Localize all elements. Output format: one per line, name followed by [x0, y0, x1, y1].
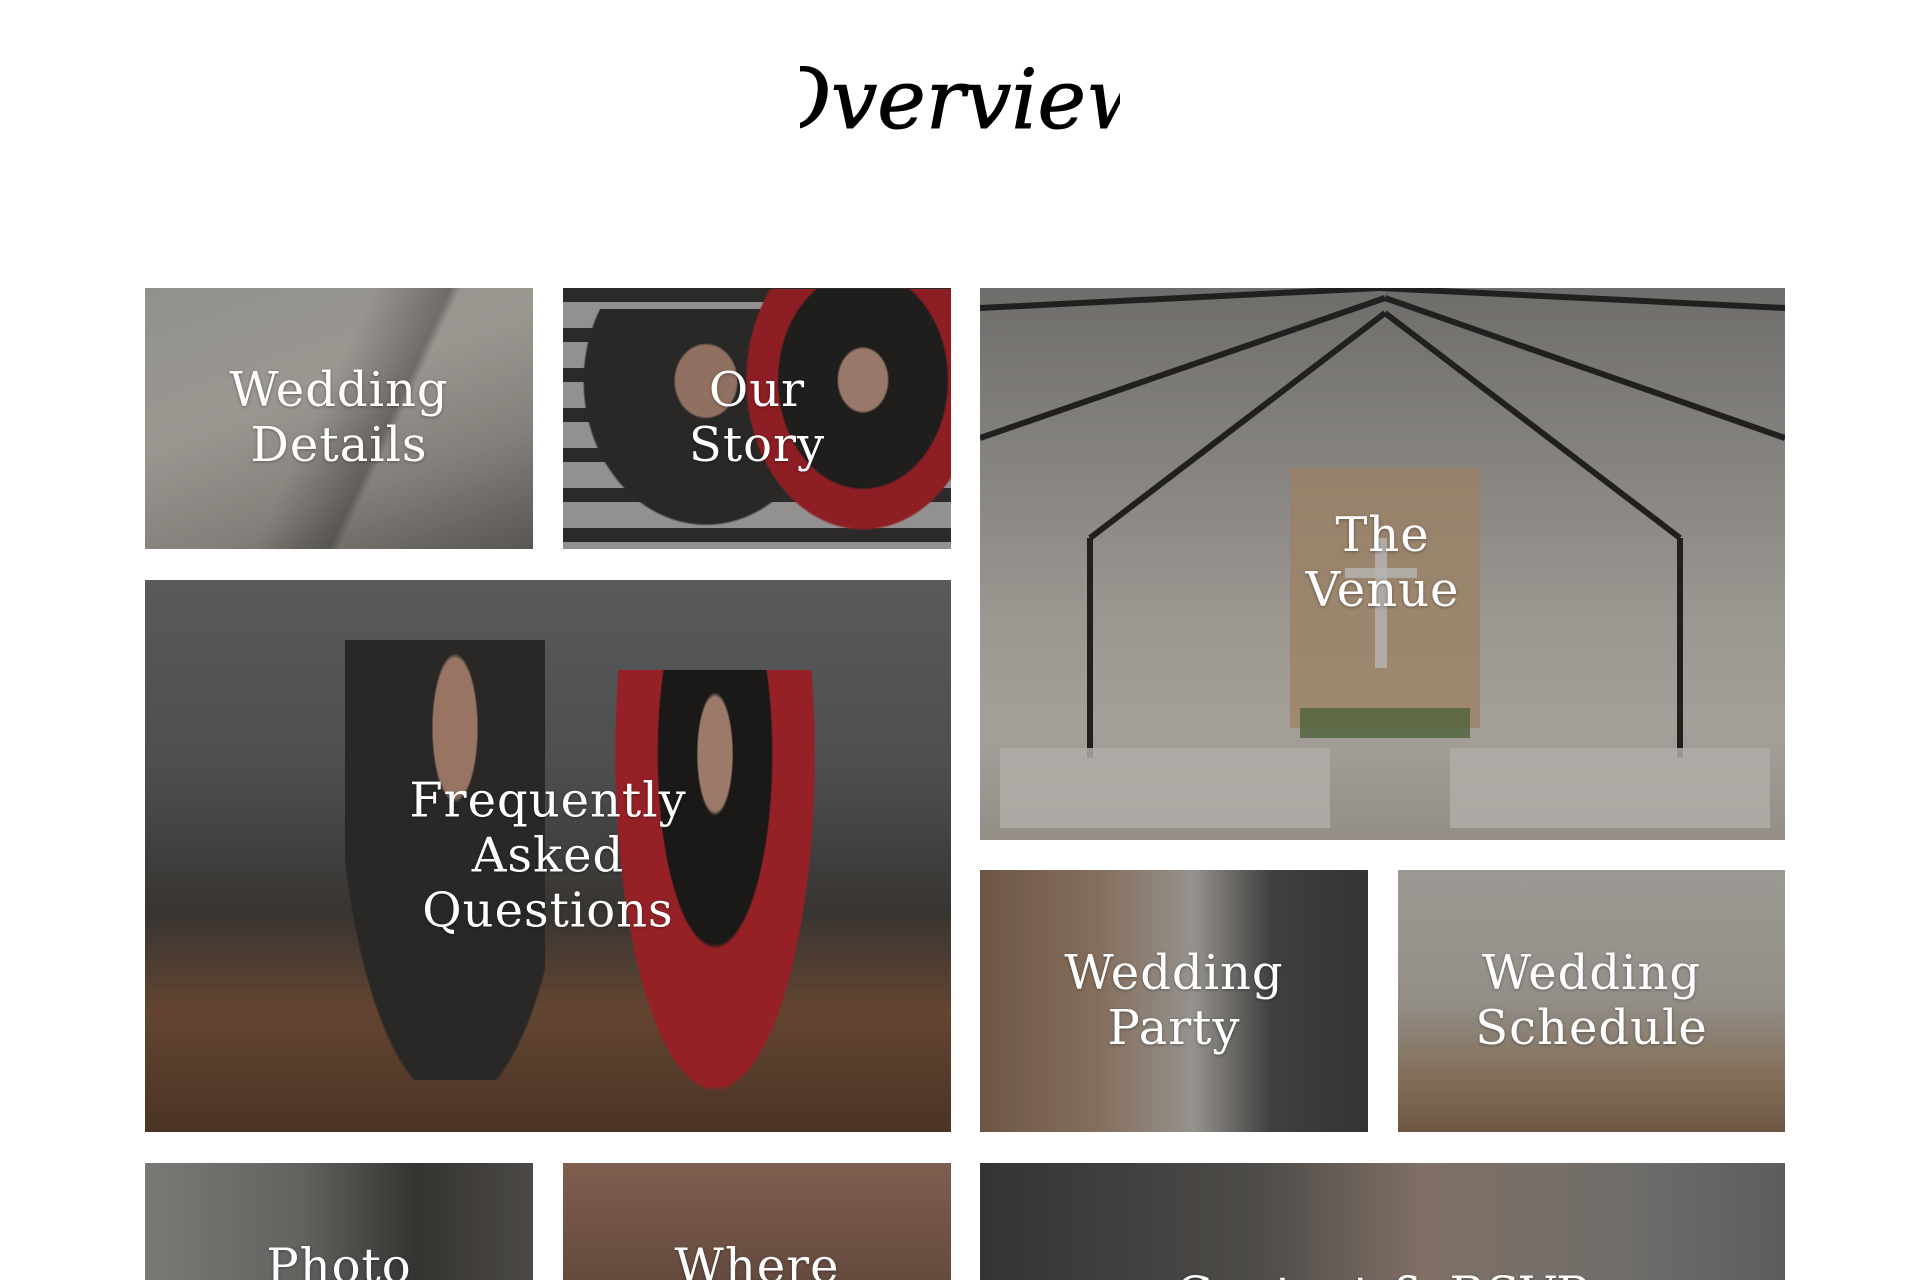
tile-photo[interactable]: Photo — [145, 1163, 533, 1280]
page-title: Overview — [0, 30, 1920, 170]
tile-label-wedding-schedule: Wedding Schedule — [1475, 945, 1708, 1056]
tile-the-venue[interactable]: The Venue — [980, 288, 1785, 840]
tile-label-faq: Frequently Asked Questions — [409, 772, 687, 939]
tile-wedding-party[interactable]: Wedding Party — [980, 870, 1368, 1132]
tile-our-story[interactable]: Our Story — [563, 288, 951, 549]
tile-label-the-venue: The Venue — [1305, 507, 1460, 618]
tile-label-photo: Photo — [266, 1238, 412, 1280]
tile-contact-rsvp[interactable]: Contact & RSVP — [980, 1163, 1785, 1280]
overview-title-text: Overview — [800, 53, 1120, 148]
tile-label-wedding-details: Wedding Details — [229, 362, 449, 473]
tile-label-wedding-party: Wedding Party — [1064, 945, 1284, 1056]
tile-label-our-story: Our Story — [688, 362, 826, 473]
overview-script-title: Overview — [800, 53, 1120, 149]
tile-where[interactable]: Where — [563, 1163, 951, 1280]
tile-wedding-details[interactable]: Wedding Details — [145, 288, 533, 549]
tile-label-contact-rsvp: Contact & RSVP — [1176, 1267, 1590, 1280]
tile-wedding-schedule[interactable]: Wedding Schedule — [1398, 870, 1785, 1132]
tile-faq[interactable]: Frequently Asked Questions — [145, 580, 951, 1132]
tile-label-where: Where — [674, 1238, 840, 1280]
